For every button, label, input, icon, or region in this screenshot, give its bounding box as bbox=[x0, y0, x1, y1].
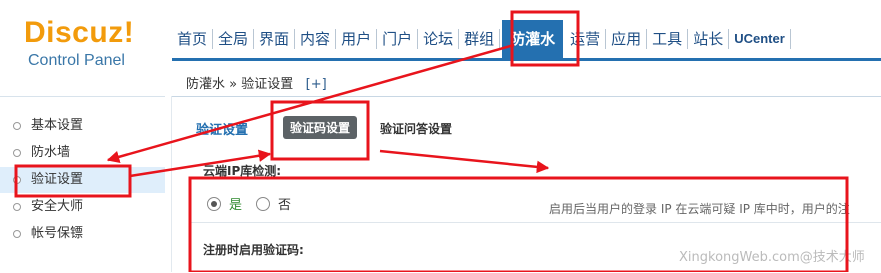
arrow-nav-to-sidebar bbox=[106, 43, 515, 163]
annotation-overlay bbox=[14, 10, 849, 272]
highlight-box-sidebar bbox=[14, 164, 132, 198]
highlight-box-nav bbox=[510, 10, 580, 67]
highlight-box-content bbox=[188, 176, 849, 272]
arrow-sidebar-to-tab bbox=[129, 149, 272, 178]
arrow-tab-to-content bbox=[379, 149, 550, 174]
